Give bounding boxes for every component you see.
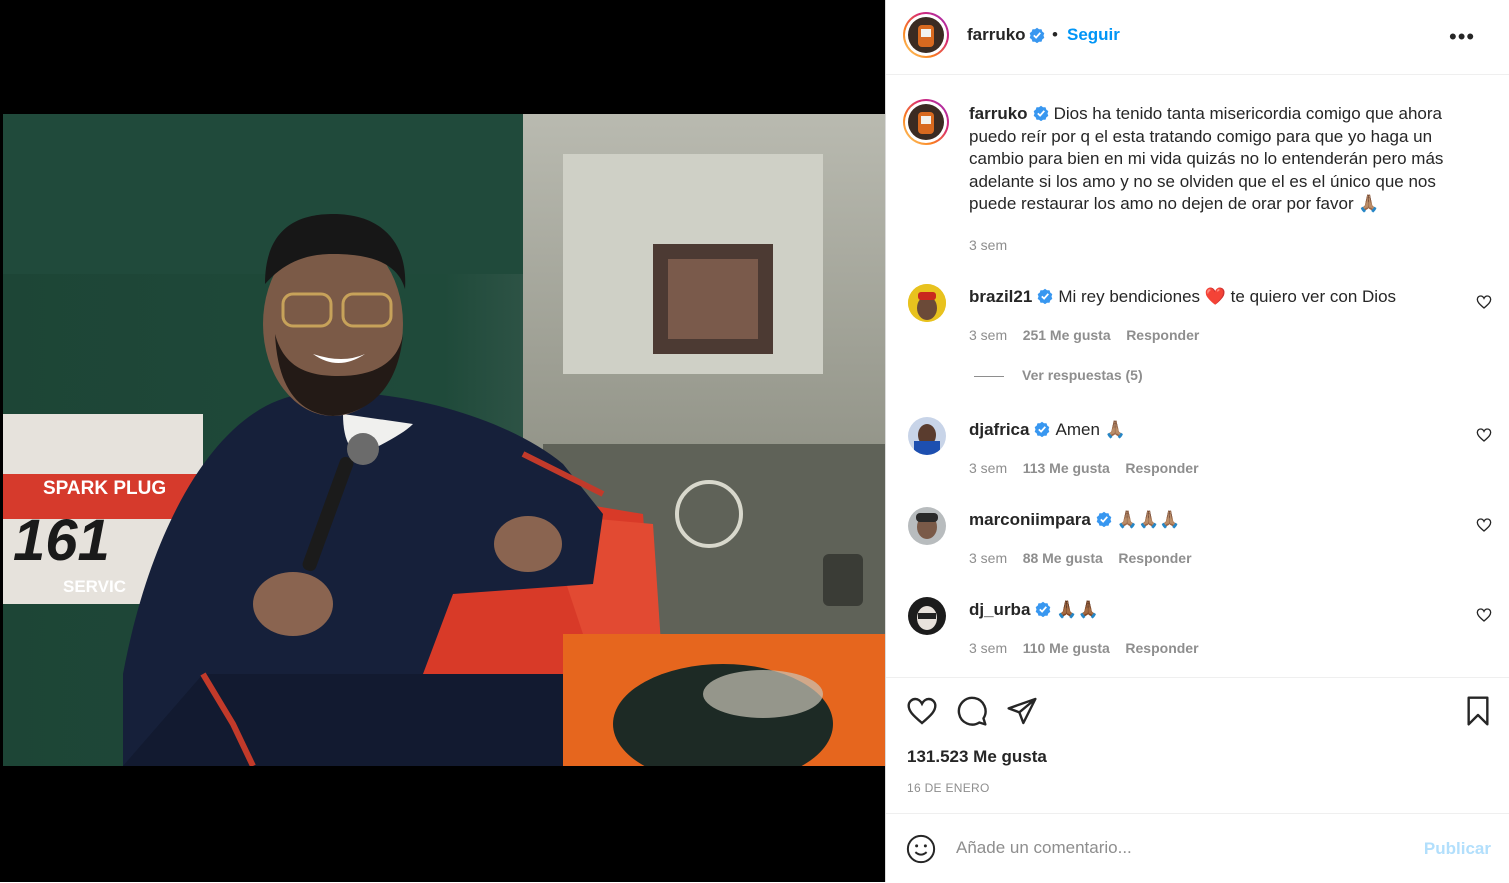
comment-avatar[interactable]: [908, 417, 946, 455]
comment-likes[interactable]: 113 Me gusta: [1023, 460, 1110, 476]
share-icon[interactable]: [1006, 695, 1038, 727]
likes-count[interactable]: 131.523 Me gusta: [907, 747, 1047, 767]
sign-text-2: 161: [13, 508, 110, 573]
post-header: farruko • Seguir •••: [886, 0, 1509, 75]
emoji-icon[interactable]: [906, 834, 936, 864]
more-options-icon[interactable]: •••: [1449, 24, 1475, 50]
comment-like-heart-icon[interactable]: [1476, 517, 1492, 533]
comment-time[interactable]: 3 sem: [969, 327, 1007, 343]
comment-username[interactable]: dj_urba: [969, 600, 1030, 619]
comment-username[interactable]: brazil21: [969, 287, 1032, 306]
caption-text-block: farruko Dios ha tenido tanta misericordi…: [969, 103, 1469, 216]
comment-line: djafrica Amen 🙏🏽: [969, 420, 1126, 440]
comment-text: Mi rey bendiciones ❤️ te quiero ver con …: [1058, 287, 1397, 306]
caption-time[interactable]: 3 sem: [969, 237, 1007, 253]
comment-text: 🙏🏾🙏🏾: [1056, 600, 1099, 619]
caption-username[interactable]: farruko: [969, 104, 1028, 123]
view-replies[interactable]: Ver respuestas (5): [974, 367, 1143, 383]
publish-button[interactable]: Publicar: [1424, 839, 1491, 859]
caption-avatar[interactable]: [908, 104, 944, 140]
comment-likes[interactable]: 110 Me gusta: [1023, 640, 1110, 656]
post-panel: farruko • Seguir ••• farruko Dios ha ten…: [885, 0, 1509, 882]
comment-line: marconiimpara 🙏🏽🙏🏽🙏🏽: [969, 510, 1180, 530]
comment-text: 🙏🏽🙏🏽🙏🏽: [1116, 510, 1181, 529]
comment-avatar[interactable]: [908, 597, 946, 635]
reply-button[interactable]: Responder: [1126, 327, 1199, 343]
comments-scroll[interactable]: farruko Dios ha tenido tanta misericordi…: [886, 75, 1509, 677]
comment-likes[interactable]: 88 Me gusta: [1023, 550, 1103, 566]
verified-badge-icon: [1033, 105, 1048, 121]
comment-like-heart-icon[interactable]: [1476, 427, 1492, 443]
post-modal: SPARK PLUG 161 SERVIC farruko • Seguir •…: [0, 0, 1509, 882]
comment-input[interactable]: [956, 838, 1396, 858]
author-username[interactable]: farruko: [967, 25, 1026, 45]
comment-like-heart-icon[interactable]: [1476, 294, 1492, 310]
sign-text-1: SPARK PLUG: [43, 478, 166, 499]
view-replies-label: Ver respuestas (5): [1022, 367, 1143, 383]
reply-button[interactable]: Responder: [1125, 460, 1198, 476]
comment-composer: Publicar: [886, 813, 1509, 883]
reply-button[interactable]: Responder: [1125, 640, 1198, 656]
comment-like-heart-icon[interactable]: [1476, 607, 1492, 623]
replies-divider: [974, 375, 1004, 377]
post-actions: 131.523 Me gusta 16 DE ENERO: [886, 677, 1509, 814]
comment-meta: 3 sem 251 Me gusta Responder: [969, 327, 1199, 343]
verified-badge-icon: [1038, 288, 1053, 304]
comment-text: Amen 🙏🏽: [1055, 420, 1126, 439]
follow-button[interactable]: Seguir: [1067, 25, 1120, 45]
post-date[interactable]: 16 DE ENERO: [907, 781, 990, 795]
comment-icon[interactable]: [956, 695, 988, 727]
comment-username[interactable]: djafrica: [969, 420, 1029, 439]
verified-badge-icon: [1096, 511, 1112, 527]
heart-icon[interactable]: [906, 695, 938, 727]
sign-text-3: SERVIC: [63, 577, 126, 596]
verified-badge-icon: [1035, 421, 1050, 437]
comment-meta: 3 sem 88 Me gusta Responder: [969, 550, 1192, 566]
separator-dot: •: [1052, 25, 1058, 44]
comment-line: dj_urba 🙏🏾🙏🏾: [969, 600, 1099, 620]
post-photo[interactable]: SPARK PLUG 161 SERVIC: [3, 114, 885, 766]
comment-time[interactable]: 3 sem: [969, 640, 1007, 656]
verified-badge-icon: [1036, 601, 1051, 617]
reply-button[interactable]: Responder: [1118, 550, 1191, 566]
comment-avatar[interactable]: [908, 284, 946, 322]
comment-meta: 3 sem 110 Me gusta Responder: [969, 640, 1199, 656]
comment-time[interactable]: 3 sem: [969, 460, 1007, 476]
comment-line: brazil21 Mi rey bendiciones ❤️ te quiero …: [969, 287, 1396, 307]
comment-meta: 3 sem 113 Me gusta Responder: [969, 460, 1199, 476]
comment-username[interactable]: marconiimpara: [969, 510, 1091, 529]
author-avatar[interactable]: [908, 17, 944, 53]
comment-likes[interactable]: 251 Me gusta: [1023, 327, 1111, 343]
comment-avatar[interactable]: [908, 507, 946, 545]
comment-time[interactable]: 3 sem: [969, 550, 1007, 566]
verified-badge-icon: [1029, 27, 1045, 43]
bookmark-icon[interactable]: [1462, 695, 1494, 727]
post-media: SPARK PLUG 161 SERVIC: [0, 0, 885, 882]
